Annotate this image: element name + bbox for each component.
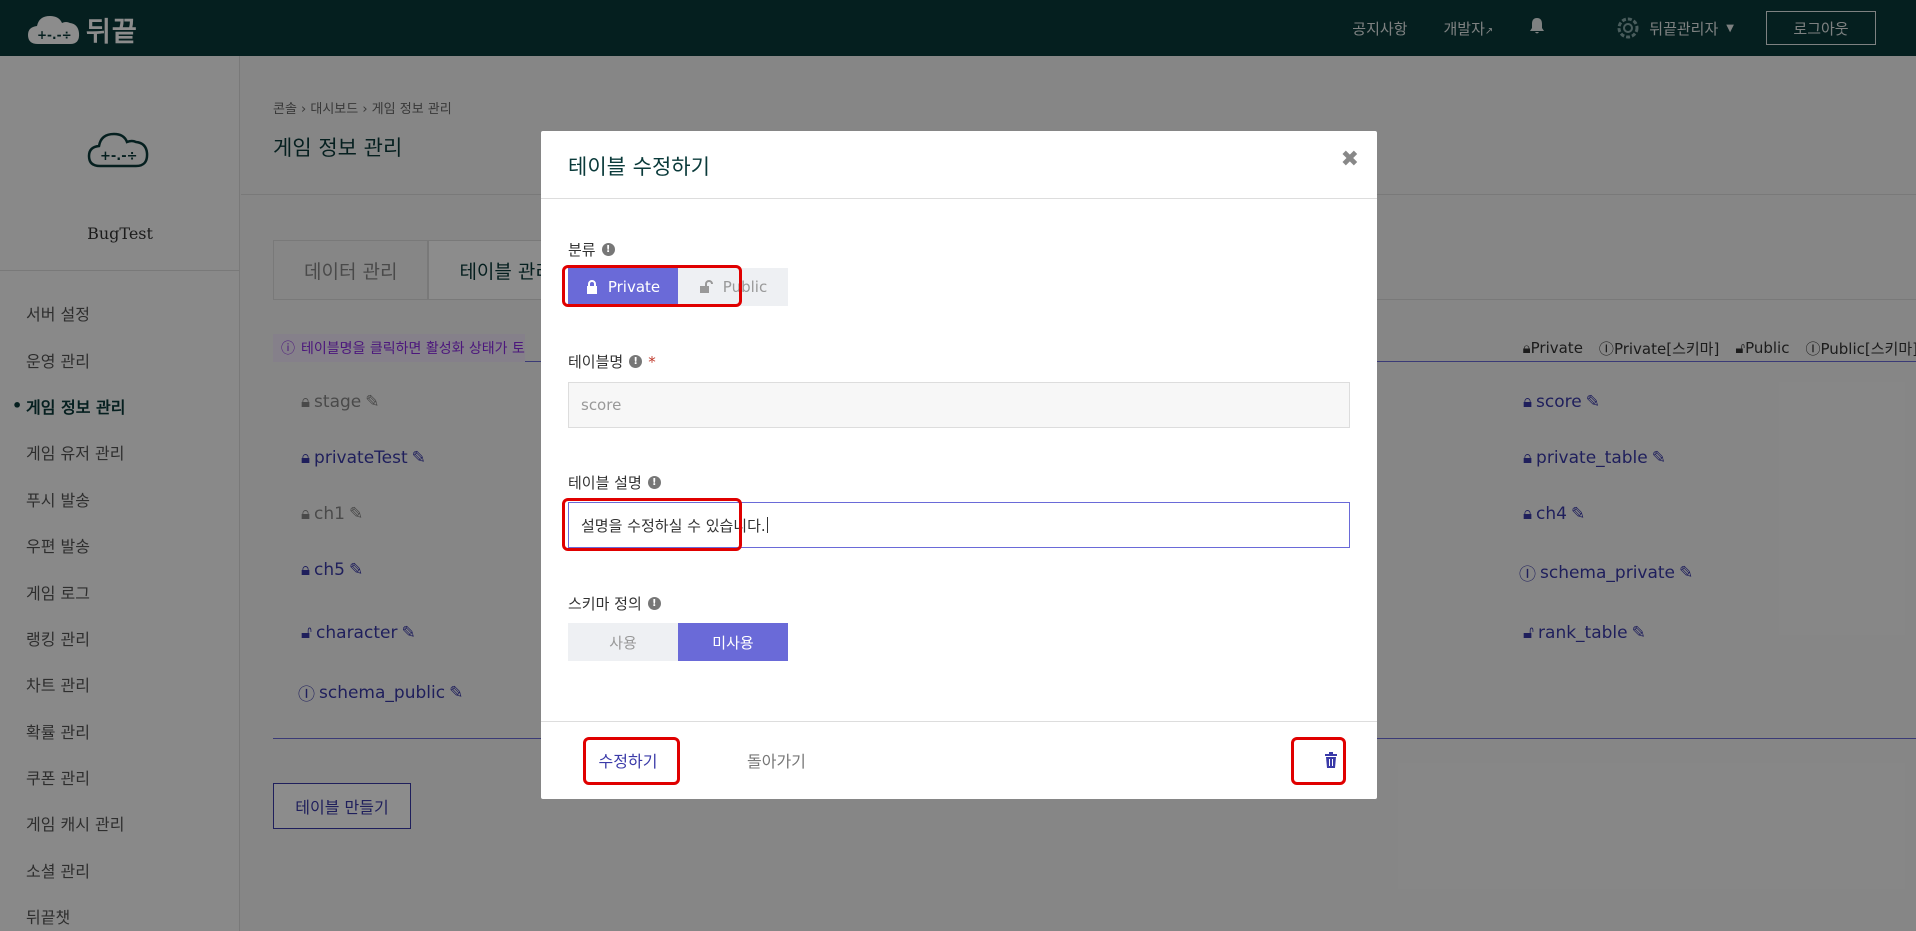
info-icon: !: [647, 476, 661, 489]
category-label: 분류 !: [568, 239, 615, 260]
required-marker: *: [648, 352, 656, 371]
edit-table-modal: 테이블 수정하기 ✖ 분류 ! Private Public 테이블명 ! * …: [541, 131, 1377, 799]
schema-label-text: 스키마 정의: [568, 595, 642, 613]
close-icon[interactable]: ✖: [1341, 147, 1359, 172]
table-description-label: 테이블 설명 !: [568, 472, 661, 493]
private-option-label: Private: [607, 278, 661, 296]
modal-title: 테이블 수정하기: [568, 155, 710, 179]
table-description-input[interactable]: 설명을 수정하실 수 있습니다.: [568, 502, 1350, 548]
back-button[interactable]: 돌아가기: [747, 738, 806, 782]
schema-unused-button[interactable]: 미사용: [678, 623, 788, 661]
table-name-input[interactable]: score: [568, 382, 1350, 428]
schema-use-button[interactable]: 사용: [568, 623, 678, 661]
info-icon: !: [629, 355, 643, 368]
submit-edit-button[interactable]: 수정하기: [583, 738, 673, 782]
public-option-button[interactable]: Public: [678, 268, 788, 306]
private-option-button[interactable]: Private: [568, 268, 678, 306]
table-name-label-text: 테이블명: [568, 353, 624, 371]
delete-button[interactable]: [1309, 738, 1353, 782]
lock-icon: [586, 280, 597, 294]
text-cursor: [766, 517, 768, 533]
schema-toggle: 사용 미사용: [568, 623, 788, 661]
public-option-label: Public: [722, 278, 768, 296]
category-label-text: 분류: [568, 241, 596, 259]
trash-icon: [1325, 752, 1337, 768]
info-icon: !: [647, 597, 661, 610]
modal-footer: 수정하기 돌아가기: [541, 721, 1377, 799]
table-description-value: 설명을 수정하실 수 있습니다.: [581, 516, 766, 535]
category-toggle: Private Public: [568, 268, 788, 306]
table-name-label: 테이블명 ! *: [568, 351, 656, 372]
modal-header: 테이블 수정하기 ✖: [541, 131, 1377, 199]
schema-label: 스키마 정의 !: [568, 593, 661, 614]
unlock-icon: [699, 280, 713, 293]
table-description-label-text: 테이블 설명: [568, 474, 642, 492]
info-icon: !: [601, 243, 615, 256]
